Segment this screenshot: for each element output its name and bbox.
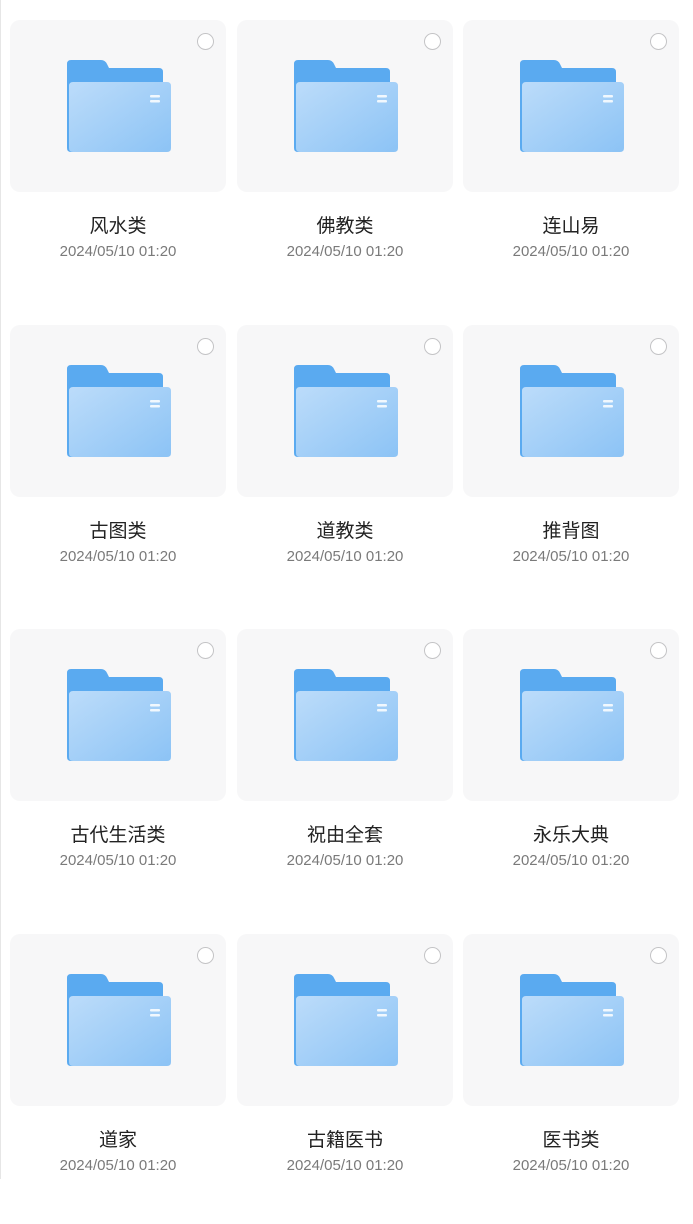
folder-thumbnail[interactable] bbox=[463, 934, 679, 1106]
folder-name: 佛教类 bbox=[316, 215, 374, 237]
folder-thumbnail[interactable] bbox=[237, 934, 453, 1106]
folder-date: 2024/05/10 01:20 bbox=[59, 852, 177, 869]
folder-icon bbox=[294, 669, 398, 761]
folder-date: 2024/05/10 01:20 bbox=[512, 852, 630, 869]
folder-thumbnail[interactable] bbox=[463, 20, 679, 192]
select-circle-icon[interactable] bbox=[424, 947, 441, 964]
folder-date: 2024/05/10 01:20 bbox=[286, 548, 404, 565]
folder-icon bbox=[520, 974, 624, 1066]
select-circle-icon[interactable] bbox=[197, 947, 214, 964]
folder-icon bbox=[67, 365, 171, 457]
folder-thumbnail[interactable] bbox=[10, 20, 226, 192]
folder-name: 推背图 bbox=[542, 520, 600, 542]
folder-icon bbox=[67, 974, 171, 1066]
select-circle-icon[interactable] bbox=[424, 642, 441, 659]
folder-name: 道家 bbox=[98, 1129, 137, 1151]
select-circle-icon[interactable] bbox=[197, 642, 214, 659]
folder-date: 2024/05/10 01:20 bbox=[286, 852, 404, 869]
select-circle-icon[interactable] bbox=[424, 338, 441, 355]
folder-thumbnail[interactable] bbox=[10, 934, 226, 1106]
folder-thumbnail[interactable] bbox=[463, 629, 679, 801]
folder-date: 2024/05/10 01:20 bbox=[512, 548, 630, 565]
folder-date: 2024/05/10 01:20 bbox=[286, 1157, 404, 1174]
folder-thumbnail[interactable] bbox=[237, 629, 453, 801]
folder-icon bbox=[520, 60, 624, 152]
folder-icon bbox=[294, 365, 398, 457]
folder-icon bbox=[67, 669, 171, 761]
select-circle-icon[interactable] bbox=[650, 33, 667, 50]
folder-date: 2024/05/10 01:20 bbox=[59, 548, 177, 565]
folder-date: 2024/05/10 01:20 bbox=[286, 243, 404, 260]
folder-thumbnail[interactable] bbox=[237, 20, 453, 192]
folder-icon bbox=[294, 60, 398, 152]
folder-name: 古籍医书 bbox=[306, 1129, 383, 1151]
folder-grid: 风水类 2024/05/10 01:20 佛教类 2024/05/10 01:2… bbox=[0, 0, 693, 1179]
folder-date: 2024/05/10 01:20 bbox=[59, 1157, 177, 1174]
folder-item[interactable]: 古代生活类 2024/05/10 01:20 bbox=[10, 629, 228, 919]
folder-item[interactable]: 连山易 2024/05/10 01:20 bbox=[463, 20, 681, 310]
folder-thumbnail[interactable] bbox=[237, 325, 453, 497]
folder-item[interactable]: 风水类 2024/05/10 01:20 bbox=[10, 20, 228, 310]
folder-date: 2024/05/10 01:20 bbox=[512, 243, 630, 260]
folder-name: 古图类 bbox=[89, 520, 147, 542]
select-circle-icon[interactable] bbox=[197, 338, 214, 355]
folder-item[interactable]: 祝由全套 2024/05/10 01:20 bbox=[237, 629, 455, 919]
folder-icon bbox=[294, 974, 398, 1066]
select-circle-icon[interactable] bbox=[197, 33, 214, 50]
folder-name: 祝由全套 bbox=[306, 824, 383, 846]
folder-icon bbox=[67, 60, 171, 152]
folder-item[interactable]: 推背图 2024/05/10 01:20 bbox=[463, 325, 681, 615]
select-circle-icon[interactable] bbox=[424, 33, 441, 50]
folder-item[interactable]: 古籍医书 2024/05/10 01:20 bbox=[237, 934, 455, 1224]
folder-thumbnail[interactable] bbox=[10, 325, 226, 497]
folder-name: 医书类 bbox=[542, 1129, 600, 1151]
folder-name: 风水类 bbox=[89, 215, 147, 237]
select-circle-icon[interactable] bbox=[650, 947, 667, 964]
select-circle-icon[interactable] bbox=[650, 338, 667, 355]
folder-name: 永乐大典 bbox=[532, 824, 609, 846]
folder-thumbnail[interactable] bbox=[10, 629, 226, 801]
folder-item[interactable]: 古图类 2024/05/10 01:20 bbox=[10, 325, 228, 615]
folder-name: 古代生活类 bbox=[70, 824, 166, 846]
folder-name: 道教类 bbox=[316, 520, 374, 542]
select-circle-icon[interactable] bbox=[650, 642, 667, 659]
folder-item[interactable]: 佛教类 2024/05/10 01:20 bbox=[237, 20, 455, 310]
folder-date: 2024/05/10 01:20 bbox=[512, 1157, 630, 1174]
folder-item[interactable]: 医书类 2024/05/10 01:20 bbox=[463, 934, 681, 1224]
folder-name: 连山易 bbox=[542, 215, 600, 237]
folder-item[interactable]: 永乐大典 2024/05/10 01:20 bbox=[463, 629, 681, 919]
folder-thumbnail[interactable] bbox=[463, 325, 679, 497]
folder-item[interactable]: 道教类 2024/05/10 01:20 bbox=[237, 325, 455, 615]
folder-date: 2024/05/10 01:20 bbox=[59, 243, 177, 260]
folder-icon bbox=[520, 669, 624, 761]
folder-item[interactable]: 道家 2024/05/10 01:20 bbox=[10, 934, 228, 1224]
folder-icon bbox=[520, 365, 624, 457]
